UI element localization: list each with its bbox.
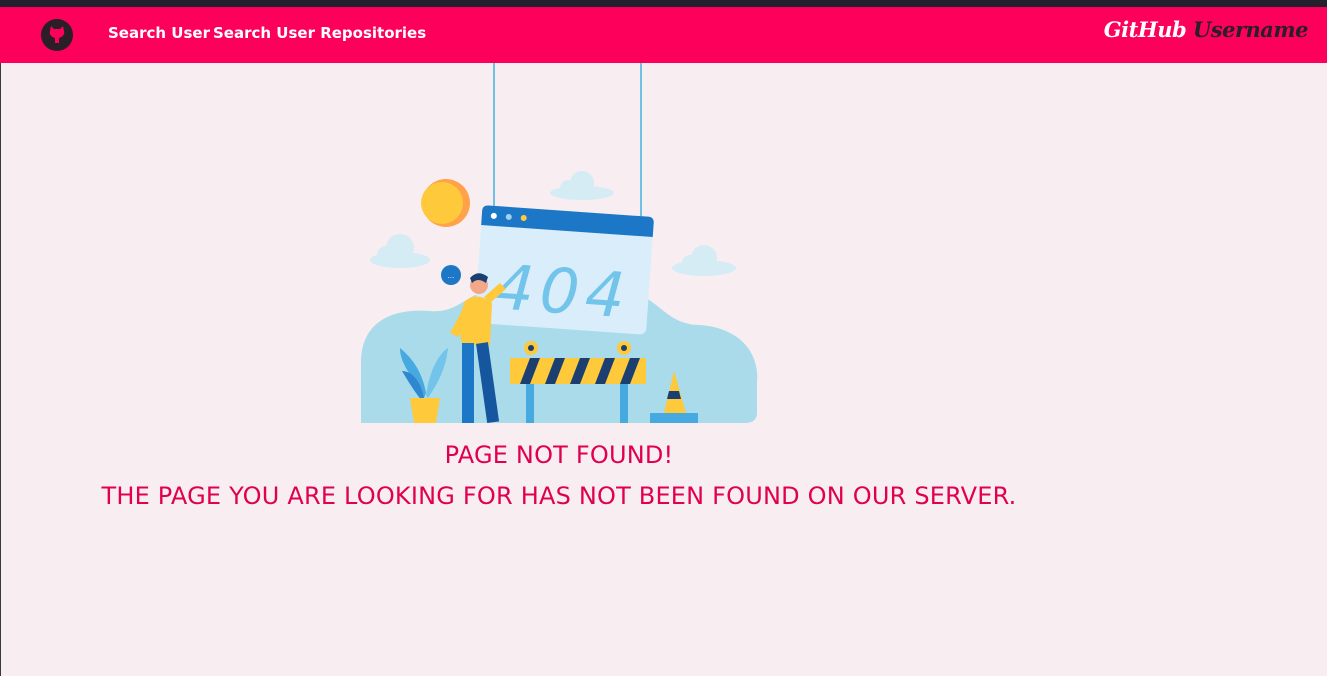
error-code-text: 404 <box>492 250 633 332</box>
page-left-border <box>0 63 1 676</box>
cloud-icon <box>672 245 736 276</box>
github-logo-icon[interactable] <box>41 19 73 51</box>
error-message: THE PAGE YOU ARE LOOKING FOR HAS NOT BEE… <box>101 482 1017 510</box>
nav-link-search-user[interactable]: Search User <box>108 24 210 42</box>
brand-title[interactable]: GitHub Username <box>1103 17 1309 42</box>
cloud-icon <box>550 171 614 200</box>
svg-text:...: ... <box>448 272 455 280</box>
navbar: Search User Search User Repositories Git… <box>0 7 1327 63</box>
top-strip <box>0 0 1327 7</box>
nav-link-search-user-repositories[interactable]: Search User Repositories <box>213 24 426 42</box>
cloud-icon <box>370 234 430 268</box>
brand-part-username: Username <box>1192 17 1309 42</box>
brand-part-github: GitHub <box>1103 17 1187 42</box>
error-title: PAGE NOT FOUND! <box>444 441 674 469</box>
sun-inner <box>421 182 463 224</box>
browser-window-sign: 404 <box>474 205 654 335</box>
not-found-illustration: 404 ... <box>361 63 758 424</box>
